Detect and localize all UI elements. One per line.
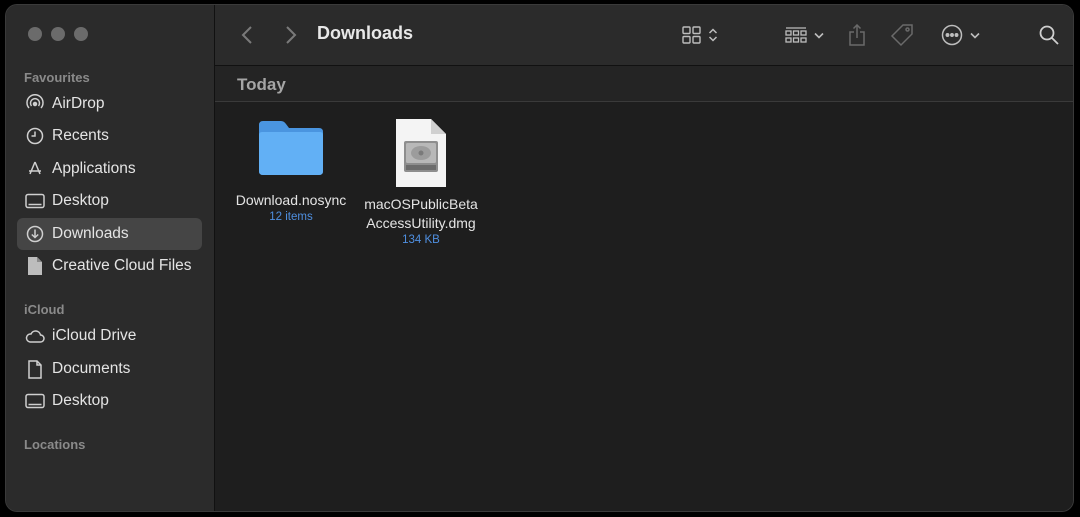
chevron-updown-icon	[708, 28, 718, 42]
close-window-button[interactable]	[28, 27, 42, 41]
applications-icon	[24, 158, 46, 180]
group-grid-icon	[784, 27, 807, 43]
document-icon	[24, 255, 46, 277]
group-header-today: Today	[215, 66, 1073, 102]
sidebar-item-documents[interactable]: Documents	[17, 353, 202, 385]
finder-window: Favourites AirDrop Recents Applications …	[6, 5, 1073, 511]
search-icon	[1039, 25, 1059, 45]
sidebar-section-favourites: Favourites	[24, 70, 90, 85]
chevron-left-icon	[241, 26, 252, 44]
tags-button[interactable]	[888, 20, 916, 50]
file-meta: 12 items	[269, 211, 313, 223]
search-button[interactable]	[1037, 20, 1061, 50]
sidebar-item-icloud-drive[interactable]: iCloud Drive	[17, 320, 202, 352]
sidebar-item-label: iCloud Drive	[52, 327, 137, 344]
sidebar-section-icloud: iCloud	[24, 302, 65, 317]
tag-icon	[890, 24, 913, 47]
clock-icon	[24, 125, 46, 147]
share-icon	[849, 24, 865, 46]
window-title: Downloads	[317, 23, 414, 43]
sidebar-item-recents[interactable]: Recents	[17, 120, 202, 152]
sidebar-item-label: Documents	[52, 360, 131, 377]
sidebar-item-downloads[interactable]: Downloads	[17, 218, 202, 250]
desktop-icon	[24, 190, 46, 212]
file-name: Download.nosync	[235, 192, 347, 208]
share-button[interactable]	[845, 20, 869, 50]
back-button[interactable]	[237, 20, 257, 50]
file-item-download-nosync[interactable]: Download.nosync 12 items	[223, 117, 359, 223]
chevron-right-icon	[286, 26, 297, 44]
group-by-button[interactable]	[782, 20, 826, 50]
sidebar-item-label: Downloads	[52, 225, 129, 242]
cloud-icon	[24, 325, 46, 347]
sidebar-item-airdrop[interactable]: AirDrop	[17, 88, 202, 120]
zoom-window-button[interactable]	[74, 27, 88, 41]
sidebar-item-label: Desktop	[52, 392, 109, 409]
sidebar-item-label: AirDrop	[52, 95, 105, 112]
sidebar-item-creative-cloud-files[interactable]: Creative Cloud Files	[17, 250, 202, 282]
sidebar-item-applications[interactable]: Applications	[17, 153, 202, 185]
group-title: Today	[237, 75, 286, 94]
chevron-down-icon	[969, 32, 980, 39]
sidebar-item-label: Creative Cloud Files	[52, 257, 192, 274]
grid-view-icon	[682, 26, 701, 44]
document-icon	[24, 358, 46, 380]
chevron-down-icon	[813, 32, 824, 39]
main-pane: Downloads Today Download.nosync 12 items…	[215, 5, 1073, 511]
more-actions-button[interactable]	[938, 20, 982, 50]
sidebar-item-label: Recents	[52, 127, 109, 144]
disk-image-icon	[396, 119, 446, 187]
view-mode-button[interactable]	[678, 20, 722, 50]
folder-icon	[259, 121, 323, 175]
file-meta: 134 KB	[402, 234, 440, 246]
sidebar: Favourites AirDrop Recents Applications …	[6, 5, 215, 511]
file-name-line-2: AccessUtility.dmg	[366, 215, 476, 231]
sidebar-item-desktop[interactable]: Desktop	[17, 185, 202, 217]
forward-button[interactable]	[281, 20, 301, 50]
window-controls	[28, 27, 88, 41]
file-name-line-1: macOSPublicBeta	[364, 196, 478, 212]
sidebar-section-locations: Locations	[24, 437, 86, 452]
sidebar-item-label: Desktop	[52, 192, 109, 209]
sidebar-item-label: Applications	[52, 160, 136, 177]
toolbar: Downloads	[215, 5, 1073, 66]
airdrop-icon	[24, 93, 46, 115]
ellipsis-circle-icon	[941, 24, 962, 46]
download-circle-icon	[24, 223, 46, 245]
desktop-icon	[24, 390, 46, 412]
sidebar-item-desktop-icloud[interactable]: Desktop	[17, 385, 202, 417]
file-item-macos-beta-dmg[interactable]: macOSPublicBeta AccessUtility.dmg 134 KB	[351, 117, 491, 246]
minimize-window-button[interactable]	[51, 27, 65, 41]
